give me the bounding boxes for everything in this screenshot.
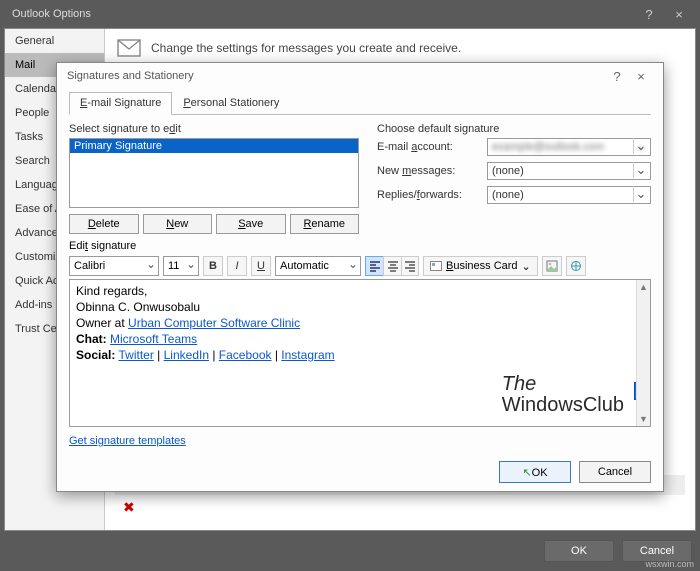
- signatures-title: Signatures and Stationery: [67, 70, 605, 82]
- replies-forwards-label: Replies/forwards:: [377, 189, 481, 201]
- font-size-select[interactable]: 11: [163, 256, 199, 276]
- tab-email-signature[interactable]: E-mail Signature: [69, 92, 172, 115]
- signatures-cancel-button[interactable]: Cancel: [579, 461, 651, 483]
- envelope-icon: [117, 39, 141, 57]
- options-help-icon[interactable]: ?: [634, 7, 664, 22]
- editor-line: Chat: Microsoft Teams: [76, 332, 644, 346]
- get-templates-link[interactable]: Get signature templates: [69, 435, 186, 447]
- default-signature-label: Choose default signature: [377, 123, 651, 135]
- facebook-link[interactable]: Facebook: [219, 348, 272, 362]
- align-right-button[interactable]: [401, 256, 419, 276]
- tab-personal-stationery[interactable]: Personal Stationery: [172, 92, 290, 115]
- bold-button[interactable]: B: [203, 256, 223, 276]
- italic-button[interactable]: I: [227, 256, 247, 276]
- card-icon: [430, 260, 442, 272]
- editor-line: Social: Twitter | LinkedIn | Facebook | …: [76, 348, 644, 362]
- templates-row: Get signature templates: [69, 435, 651, 447]
- underline-button[interactable]: U: [251, 256, 271, 276]
- chat-link[interactable]: Microsoft Teams: [110, 332, 197, 346]
- editor-toolbar: Calibri 11 B I U Automatic Business Card…: [69, 255, 651, 277]
- signatures-ok-button[interactable]: ↖OK: [499, 461, 571, 483]
- options-ok-button[interactable]: OK: [544, 540, 614, 562]
- options-header-desc: Change the settings for messages you cre…: [151, 41, 461, 55]
- edit-signature-label: Edit signature: [69, 240, 651, 252]
- signatures-footer: ↖OK Cancel: [57, 453, 663, 491]
- options-close-icon[interactable]: ×: [664, 7, 694, 22]
- editor-line: Kind regards,: [76, 284, 644, 298]
- font-color-select[interactable]: Automatic: [275, 256, 361, 276]
- insert-picture-button[interactable]: [542, 256, 562, 276]
- options-titlebar: Outlook Options ? ×: [0, 0, 700, 28]
- signature-listbox[interactable]: Primary Signature: [69, 138, 359, 208]
- twitter-link[interactable]: Twitter: [118, 348, 153, 362]
- insert-hyperlink-button[interactable]: [566, 256, 586, 276]
- signatures-help-icon[interactable]: ?: [605, 69, 629, 84]
- email-account-select[interactable]: example@outlook.com: [487, 138, 651, 156]
- owner-link[interactable]: Urban Computer Software Clinic: [128, 316, 300, 330]
- options-title: Outlook Options: [6, 8, 634, 20]
- new-messages-select[interactable]: (none): [487, 162, 651, 180]
- nav-general[interactable]: General: [5, 29, 104, 53]
- rename-button[interactable]: Rename: [290, 214, 360, 234]
- signatures-body: E-mail Signature Personal Stationery Sel…: [57, 89, 663, 453]
- scroll-down-icon[interactable]: ▼: [637, 412, 650, 426]
- editor-line: Owner at Urban Computer Software Clinic: [76, 316, 644, 330]
- save-button[interactable]: Save: [216, 214, 286, 234]
- font-select[interactable]: Calibri: [69, 256, 159, 276]
- replies-forwards-select[interactable]: (none): [487, 186, 651, 204]
- upper-panel: Select signature to edit Primary Signatu…: [69, 123, 651, 234]
- signatures-dialog: Signatures and Stationery ? × E-mail Sig…: [56, 62, 664, 492]
- tabs: E-mail Signature Personal Stationery: [69, 91, 651, 115]
- linkedin-link[interactable]: LinkedIn: [164, 348, 209, 362]
- editor-line: Obinna C. Onwusobalu: [76, 300, 644, 314]
- align-left-button[interactable]: [365, 256, 383, 276]
- scroll-up-icon[interactable]: ▲: [637, 280, 650, 294]
- signatures-titlebar: Signatures and Stationery ? ×: [57, 63, 663, 89]
- select-signature-group: Select signature to edit Primary Signatu…: [69, 123, 359, 234]
- chevron-down-icon: ⌄: [522, 260, 531, 273]
- select-signature-label: Select signature to edit: [69, 123, 359, 135]
- new-button[interactable]: New: [143, 214, 213, 234]
- cleanup-delete-icon: ✖: [123, 499, 135, 516]
- default-signature-group: Choose default signature E-mail account:…: [377, 123, 651, 234]
- watermark: The WindowsClub: [502, 374, 624, 416]
- instagram-link[interactable]: Instagram: [281, 348, 334, 362]
- signature-list-item[interactable]: Primary Signature: [70, 139, 358, 153]
- align-center-button[interactable]: [383, 256, 401, 276]
- align-group: [365, 256, 419, 276]
- signatures-close-icon[interactable]: ×: [629, 69, 653, 84]
- source-credit: wsxwin.com: [645, 559, 694, 569]
- signature-editor[interactable]: Kind regards, Obinna C. Onwusobalu Owner…: [69, 279, 651, 427]
- editor-scrollbar[interactable]: ▲ ▼: [636, 280, 650, 426]
- delete-button[interactable]: Delete: [69, 214, 139, 234]
- new-messages-label: New messages:: [377, 165, 481, 177]
- business-card-button[interactable]: Business Card ⌄: [423, 256, 538, 276]
- email-account-label: E-mail account:: [377, 141, 481, 153]
- signature-buttons: Delete New Save Rename: [69, 214, 359, 234]
